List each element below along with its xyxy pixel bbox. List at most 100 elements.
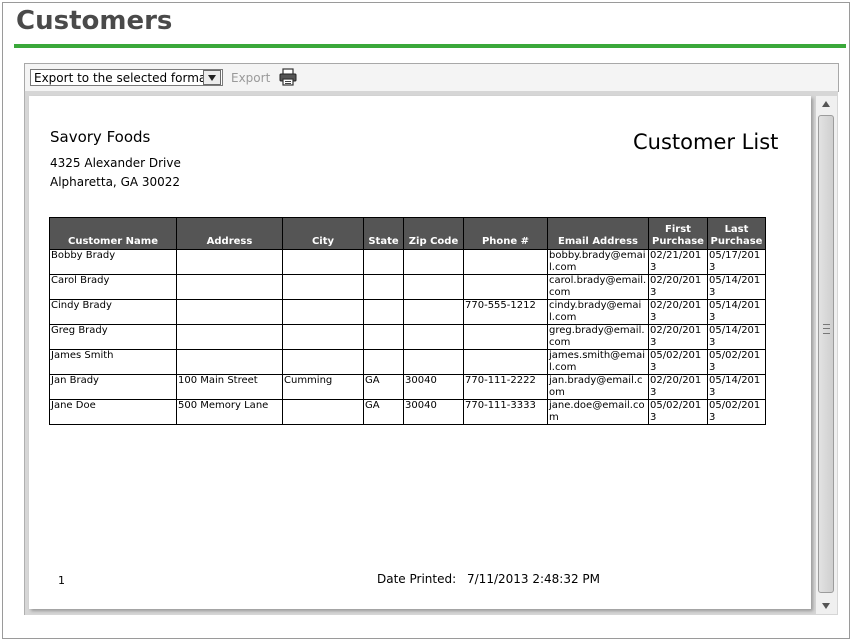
table-cell: [363, 349, 404, 375]
table-row: Jan Brady 100 Main Street Cumming GA 300…: [49, 374, 766, 400]
table-cell: [363, 249, 404, 275]
table-cell: [403, 324, 464, 350]
table-cell: [176, 349, 283, 375]
table-cell: [282, 349, 364, 375]
table-cell: [363, 299, 404, 325]
column-header: Last Purchase: [707, 217, 766, 250]
table-header-row: Customer Name Address City State Zip Cod…: [49, 217, 766, 250]
date-printed-value: 7/11/2013 2:48:32 PM: [467, 572, 601, 586]
table-cell: [463, 324, 548, 350]
column-header: City: [282, 217, 364, 250]
table-cell: 05/14/2013: [707, 299, 766, 325]
table-cell: [463, 274, 548, 300]
table-row: Carol Brady carol.brady@email.com 02/20/…: [49, 274, 766, 300]
table-cell: [176, 274, 283, 300]
table-cell: [282, 299, 364, 325]
table-cell: James Smith: [49, 349, 177, 375]
table-cell: cindy.brady@email.com: [547, 299, 649, 325]
table-cell: [282, 274, 364, 300]
table-cell: 05/02/2013: [707, 399, 766, 425]
table-cell: [282, 324, 364, 350]
table-cell: 05/14/2013: [707, 324, 766, 350]
table-cell: [176, 249, 283, 275]
date-printed-label: Date Printed:: [377, 572, 457, 586]
table-cell: 05/14/2013: [707, 274, 766, 300]
table-cell: 770-111-3333: [463, 399, 548, 425]
table-cell: Cindy Brady: [49, 299, 177, 325]
title-divider: [14, 44, 846, 48]
scrollbar-thumb[interactable]: [818, 115, 834, 593]
table-cell: bobby.brady@email.com: [547, 249, 649, 275]
vertical-scrollbar[interactable]: [816, 96, 837, 614]
column-header: Zip Code: [403, 217, 464, 250]
page-number: 1: [58, 574, 65, 587]
column-header: First Purchase: [648, 217, 708, 250]
table-cell: [403, 349, 464, 375]
company-name: Savory Foods: [50, 128, 151, 146]
table-cell: 30040: [403, 374, 464, 400]
table-cell: [363, 324, 404, 350]
table-cell: 30040: [403, 399, 464, 425]
table-cell: GA: [363, 374, 404, 400]
grip-icon: [823, 324, 830, 334]
table-cell: 05/14/2013: [707, 374, 766, 400]
table-cell: 05/02/2013: [707, 349, 766, 375]
page-title: Customers: [16, 6, 173, 36]
table-row: Cindy Brady 770-555-1212 cindy.brady@ema…: [49, 299, 766, 325]
export-format-select[interactable]: Export to the selected format: [30, 69, 223, 86]
table-row: Greg Brady greg.brady@email.com 02/20/20…: [49, 324, 766, 350]
table-cell: 02/20/2013: [648, 374, 708, 400]
table-cell: james.smith@email.com: [547, 349, 649, 375]
company-address-line1: 4325 Alexander Drive: [50, 156, 181, 170]
table-cell: 770-111-2222: [463, 374, 548, 400]
table-cell: 02/21/2013: [648, 249, 708, 275]
report-page: Savory Foods 4325 Alexander Drive Alphar…: [29, 96, 811, 609]
table-cell: Jan Brady: [49, 374, 177, 400]
table-cell: Greg Brady: [49, 324, 177, 350]
table-cell: 05/17/2013: [707, 249, 766, 275]
table-cell: 02/20/2013: [648, 324, 708, 350]
table-cell: 770-555-1212: [463, 299, 548, 325]
table-cell: GA: [363, 399, 404, 425]
table-cell: [403, 249, 464, 275]
table-cell: [463, 349, 548, 375]
table-cell: [403, 274, 464, 300]
table-row: Jane Doe 500 Memory Lane GA 30040 770-11…: [49, 399, 766, 425]
table-cell: Carol Brady: [49, 274, 177, 300]
column-header: State: [363, 217, 404, 250]
report-title: Customer List: [633, 130, 779, 154]
scroll-up-arrow-icon[interactable]: [822, 101, 830, 107]
table-cell: [282, 249, 364, 275]
table-cell: [176, 299, 283, 325]
printer-icon[interactable]: [279, 68, 297, 86]
company-address-line2: Alpharetta, GA 30022: [50, 175, 181, 189]
table-cell: Jane Doe: [49, 399, 177, 425]
column-header: Address: [176, 217, 283, 250]
column-header: Phone #: [463, 217, 548, 250]
table-cell: 05/02/2013: [648, 399, 708, 425]
column-header: Email Address: [547, 217, 649, 250]
table-cell: 05/02/2013: [648, 349, 708, 375]
table-cell: [403, 299, 464, 325]
table-row: James Smith james.smith@email.com 05/02/…: [49, 349, 766, 375]
report-toolbar: Export to the selected format Export: [24, 63, 839, 92]
table-cell: 02/20/2013: [648, 299, 708, 325]
table-cell: carol.brady@email.com: [547, 274, 649, 300]
chevron-down-icon[interactable]: [203, 70, 221, 85]
table-cell: jan.brady@email.com: [547, 374, 649, 400]
table-cell: [282, 399, 364, 425]
column-header: Customer Name: [49, 217, 177, 250]
table-cell: greg.brady@email.com: [547, 324, 649, 350]
table-cell: [463, 249, 548, 275]
table-cell: 500 Memory Lane: [176, 399, 283, 425]
export-button[interactable]: Export: [231, 71, 270, 85]
table-cell: [176, 324, 283, 350]
scroll-down-arrow-icon[interactable]: [822, 603, 830, 609]
table-cell: Bobby Brady: [49, 249, 177, 275]
table-cell: 100 Main Street: [176, 374, 283, 400]
table-row: Bobby Brady bobby.brady@email.com 02/21/…: [49, 249, 766, 275]
table-cell: 02/20/2013: [648, 274, 708, 300]
customer-table: Customer Name Address City State Zip Cod…: [49, 217, 766, 425]
table-cell: [363, 274, 404, 300]
report-viewer: Savory Foods 4325 Alexander Drive Alphar…: [24, 91, 838, 615]
